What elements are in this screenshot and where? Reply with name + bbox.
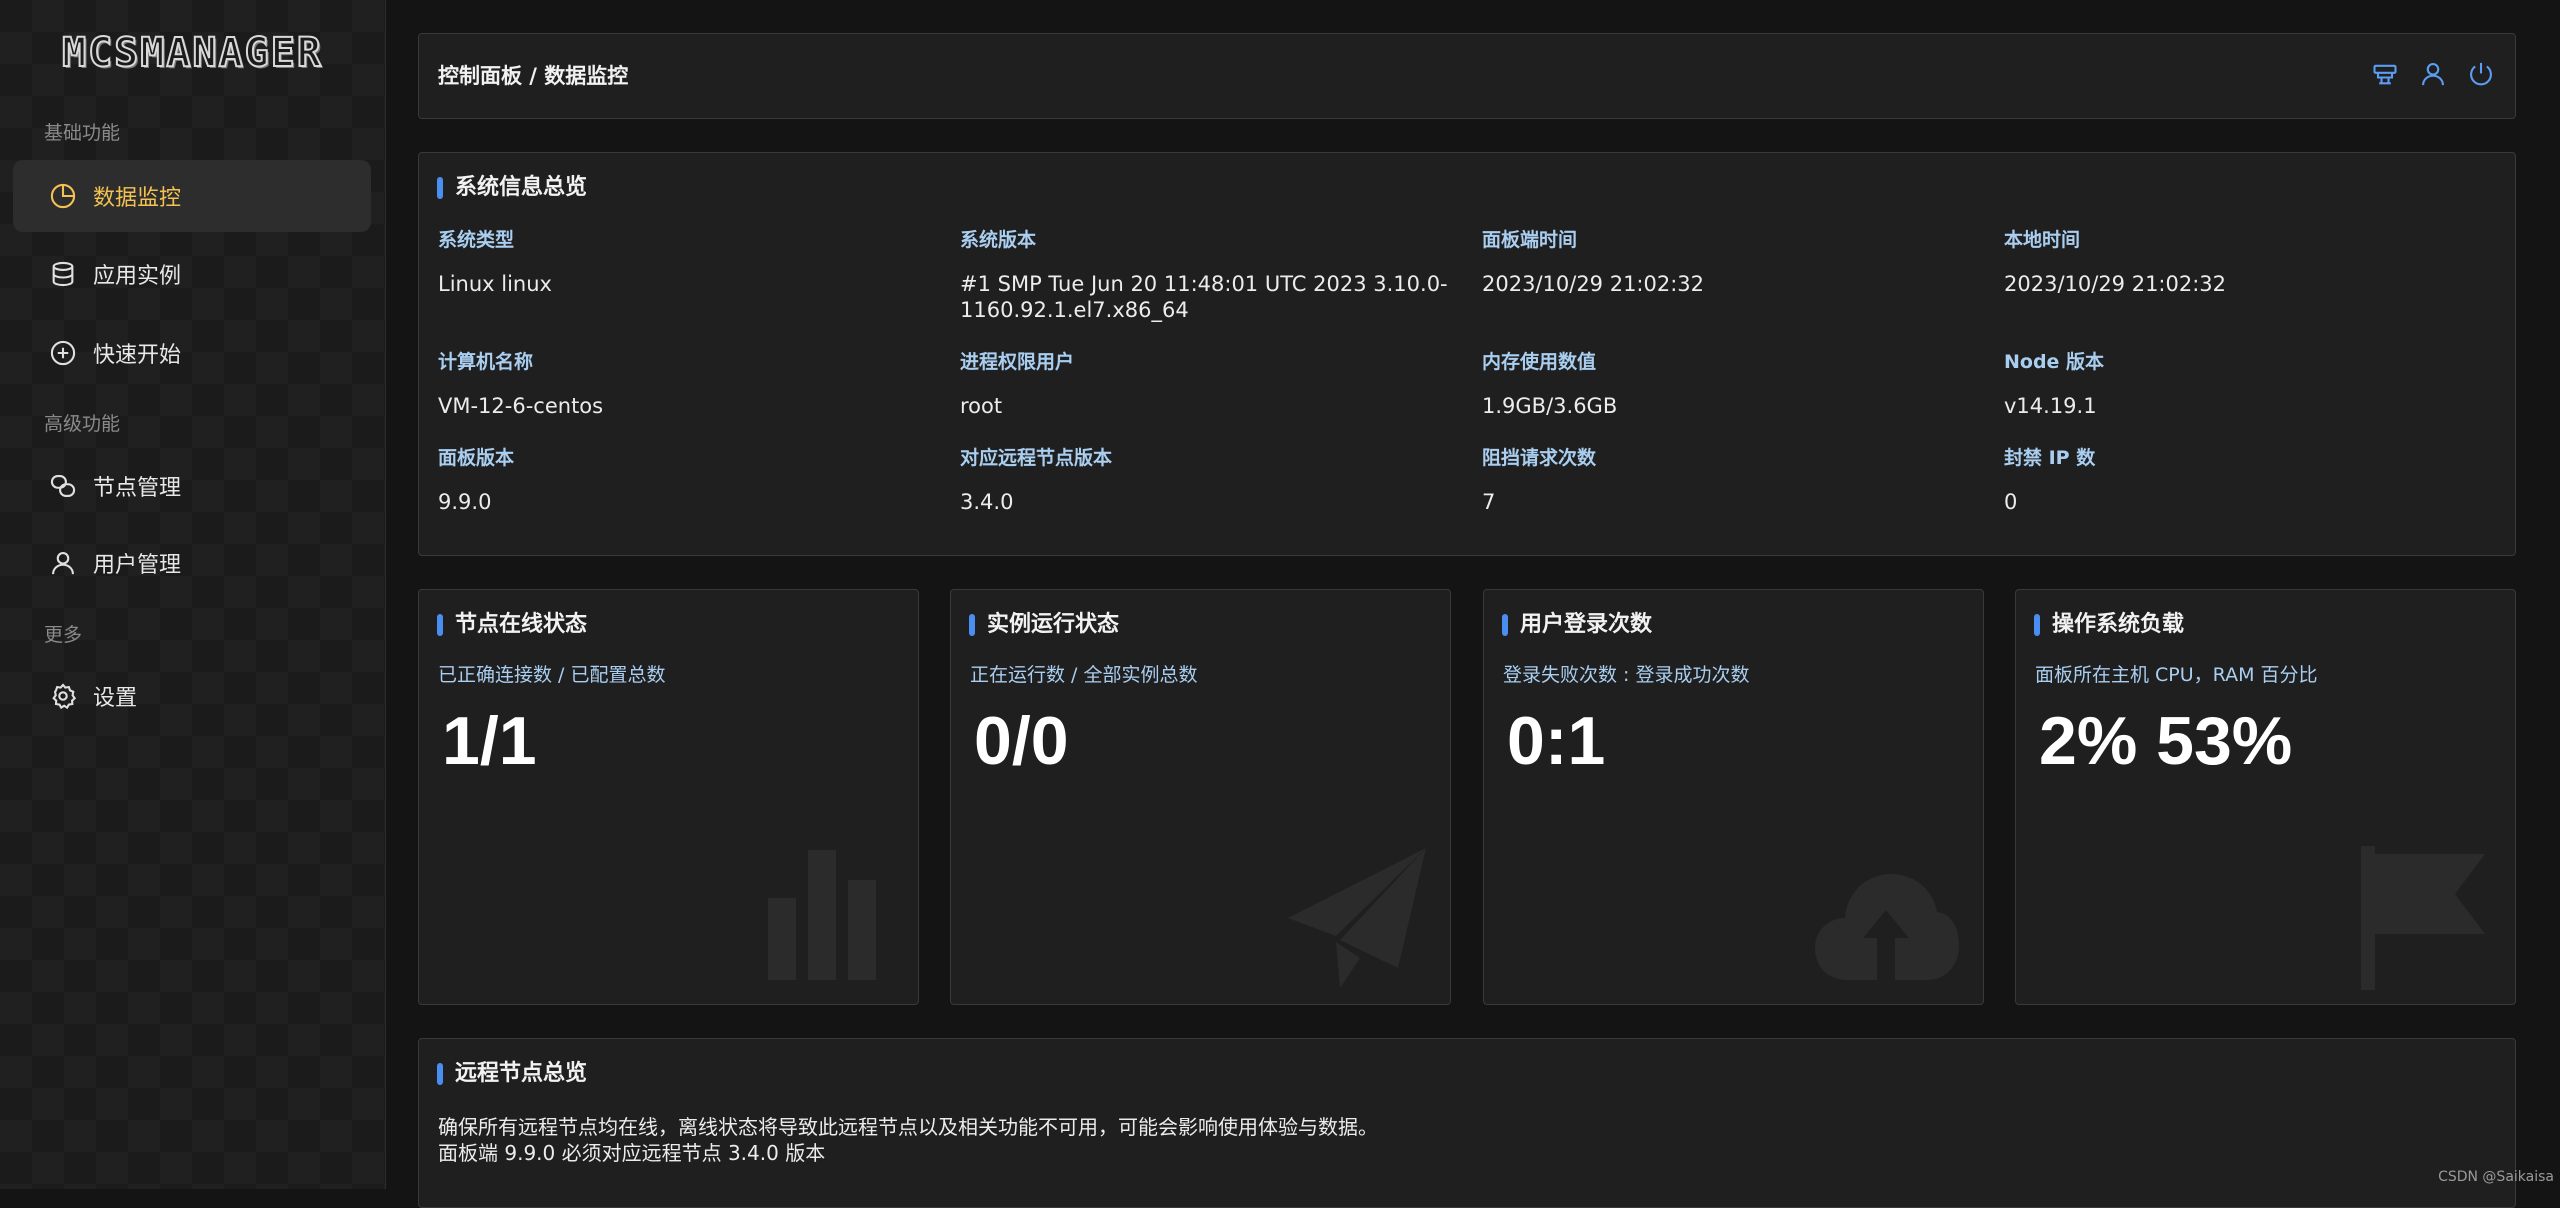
- remote-version-note: 面板端 9.9.0 必须对应远程节点 3.4.0 版本: [438, 1137, 825, 1166]
- info-label: 进程权限用户: [960, 347, 1460, 373]
- info-label: 计算机名称: [438, 347, 938, 373]
- info-label: 封禁 IP 数: [2004, 443, 2504, 469]
- info-label: 面板版本: [438, 443, 938, 469]
- plus-circle-icon: [49, 339, 77, 367]
- bar-chart-icon: [746, 840, 896, 990]
- info-label: 系统版本: [960, 225, 1460, 251]
- info-node-version: Node 版本 v14.19.1: [2004, 347, 2504, 419]
- sidebar-item-label: 应用实例: [93, 258, 181, 290]
- stat-subtitle: 面板所在主机 CPU，RAM 百分比: [2035, 660, 2318, 687]
- info-local-time: 本地时间 2023/10/29 21:02:32: [2004, 225, 2504, 297]
- info-value: 7: [1482, 489, 1982, 515]
- stat-value: 2% 53%: [2039, 702, 2292, 780]
- sidebar-item-instances[interactable]: 应用实例: [13, 238, 371, 310]
- sidebar-item-quick-start[interactable]: 快速开始: [13, 317, 371, 389]
- info-panel-time: 面板端时间 2023/10/29 21:02:32: [1482, 225, 1982, 297]
- info-system-type: 系统类型 Linux linux: [438, 225, 938, 297]
- stat-value: 0/0: [974, 702, 1069, 780]
- info-value: v14.19.1: [2004, 393, 2504, 419]
- info-value: #1 SMP Tue Jun 20 11:48:01 UTC 2023 3.10…: [960, 271, 1450, 323]
- info-blocked-requests: 阻挡请求次数 7: [1482, 443, 1982, 515]
- stat-title: 实例运行状态: [969, 612, 1119, 638]
- breadcrumb: 控制面板 / 数据监控: [438, 60, 628, 90]
- sidebar-item-settings[interactable]: 设置: [13, 660, 371, 732]
- info-value: root: [960, 393, 1460, 419]
- info-value: 0: [2004, 489, 2504, 515]
- sidebar-item-nodes[interactable]: 节点管理: [13, 450, 371, 522]
- info-memory-usage: 内存使用数值 1.9GB/3.6GB: [1482, 347, 1982, 419]
- stat-card-os-load: 操作系统负载 面板所在主机 CPU，RAM 百分比 2% 53%: [2015, 589, 2516, 1005]
- gear-icon: [49, 682, 77, 710]
- system-info-panel: 系统信息总览 系统类型 Linux linux 系统版本 #1 SMP Tue …: [418, 152, 2516, 556]
- sidebar-item-label: 用户管理: [93, 547, 181, 579]
- sidebar-item-label: 快速开始: [93, 337, 181, 369]
- info-value: 3.4.0: [960, 489, 1460, 515]
- stat-value: 1/1: [442, 702, 537, 780]
- stat-subtitle: 登录失败次数 : 登录成功次数: [1503, 660, 1749, 687]
- nodes-icon: [49, 472, 77, 500]
- info-value: 2023/10/29 21:02:32: [1482, 271, 1982, 297]
- stat-title: 节点在线状态: [437, 612, 587, 638]
- stat-card-logins: 用户登录次数 登录失败次数 : 登录成功次数 0:1: [1483, 589, 1984, 1005]
- user-icon[interactable]: [2419, 60, 2447, 88]
- remote-title: 远程节点总览: [437, 1061, 587, 1087]
- info-banned-ips: 封禁 IP 数 0: [2004, 443, 2504, 515]
- info-value: 2023/10/29 21:02:32: [2004, 271, 2504, 297]
- info-label: 本地时间: [2004, 225, 2504, 251]
- info-value: 9.9.0: [438, 489, 938, 515]
- flag-icon: [2343, 840, 2493, 990]
- nav-section-more: 更多: [44, 620, 82, 647]
- cloud-upload-icon: [1811, 840, 1961, 990]
- info-label: 面板端时间: [1482, 225, 1982, 251]
- info-label: 系统类型: [438, 225, 938, 251]
- info-hostname: 计算机名称 VM-12-6-centos: [438, 347, 938, 419]
- info-label: Node 版本: [2004, 347, 2504, 373]
- theme-icon[interactable]: [2371, 60, 2399, 88]
- remote-overview-panel: 远程节点总览 确保所有远程节点均在线，离线状态将导致此远程节点以及相关功能不可用…: [418, 1038, 2516, 1208]
- sidebar: MCSMANAGER 基础功能 数据监控 应用实例 快速开始 高级功能 节点管理…: [0, 0, 386, 1189]
- app-logo[interactable]: MCSMANAGER: [55, 30, 330, 76]
- power-icon[interactable]: [2467, 60, 2495, 88]
- header-actions: [2371, 60, 2495, 88]
- sidebar-item-label: 设置: [93, 680, 137, 712]
- info-remote-version: 对应远程节点版本 3.4.0: [960, 443, 1460, 515]
- stat-card-nodes: 节点在线状态 已正确连接数 / 已配置总数 1/1: [418, 589, 919, 1005]
- database-icon: [49, 260, 77, 288]
- paper-plane-icon: [1278, 840, 1428, 990]
- info-panel-version: 面板版本 9.9.0: [438, 443, 938, 515]
- info-system-version: 系统版本 #1 SMP Tue Jun 20 11:48:01 UTC 2023…: [960, 225, 1460, 323]
- info-label: 阻挡请求次数: [1482, 443, 1982, 469]
- info-value: VM-12-6-centos: [438, 393, 938, 419]
- remote-description: 确保所有远程节点均在线，离线状态将导致此远程节点以及相关功能不可用，可能会影响使…: [438, 1111, 1378, 1140]
- watermark: CSDN @Saikaisa: [2438, 1169, 2554, 1185]
- sidebar-item-users[interactable]: 用户管理: [13, 527, 371, 599]
- sidebar-item-label: 数据监控: [93, 180, 181, 212]
- system-info-title: 系统信息总览: [437, 175, 587, 201]
- sidebar-item-label: 节点管理: [93, 470, 181, 502]
- stat-card-instances: 实例运行状态 正在运行数 / 全部实例总数 0/0: [950, 589, 1451, 1005]
- nav-section-advanced: 高级功能: [44, 409, 120, 436]
- info-label: 内存使用数值: [1482, 347, 1982, 373]
- pie-chart-icon: [49, 182, 77, 210]
- info-value: 1.9GB/3.6GB: [1482, 393, 1982, 419]
- info-process-user: 进程权限用户 root: [960, 347, 1460, 419]
- stat-title: 操作系统负载: [2034, 612, 2184, 638]
- info-label: 对应远程节点版本: [960, 443, 1460, 469]
- header-bar: 控制面板 / 数据监控: [418, 33, 2516, 119]
- info-value: Linux linux: [438, 271, 938, 297]
- sidebar-item-data-monitor[interactable]: 数据监控: [13, 160, 371, 232]
- stat-subtitle: 正在运行数 / 全部实例总数: [970, 660, 1197, 687]
- stat-title: 用户登录次数: [1502, 612, 1652, 638]
- stat-value: 0:1: [1507, 702, 1605, 780]
- stat-subtitle: 已正确连接数 / 已配置总数: [438, 660, 665, 687]
- nav-section-basic: 基础功能: [44, 118, 120, 145]
- user-icon: [49, 549, 77, 577]
